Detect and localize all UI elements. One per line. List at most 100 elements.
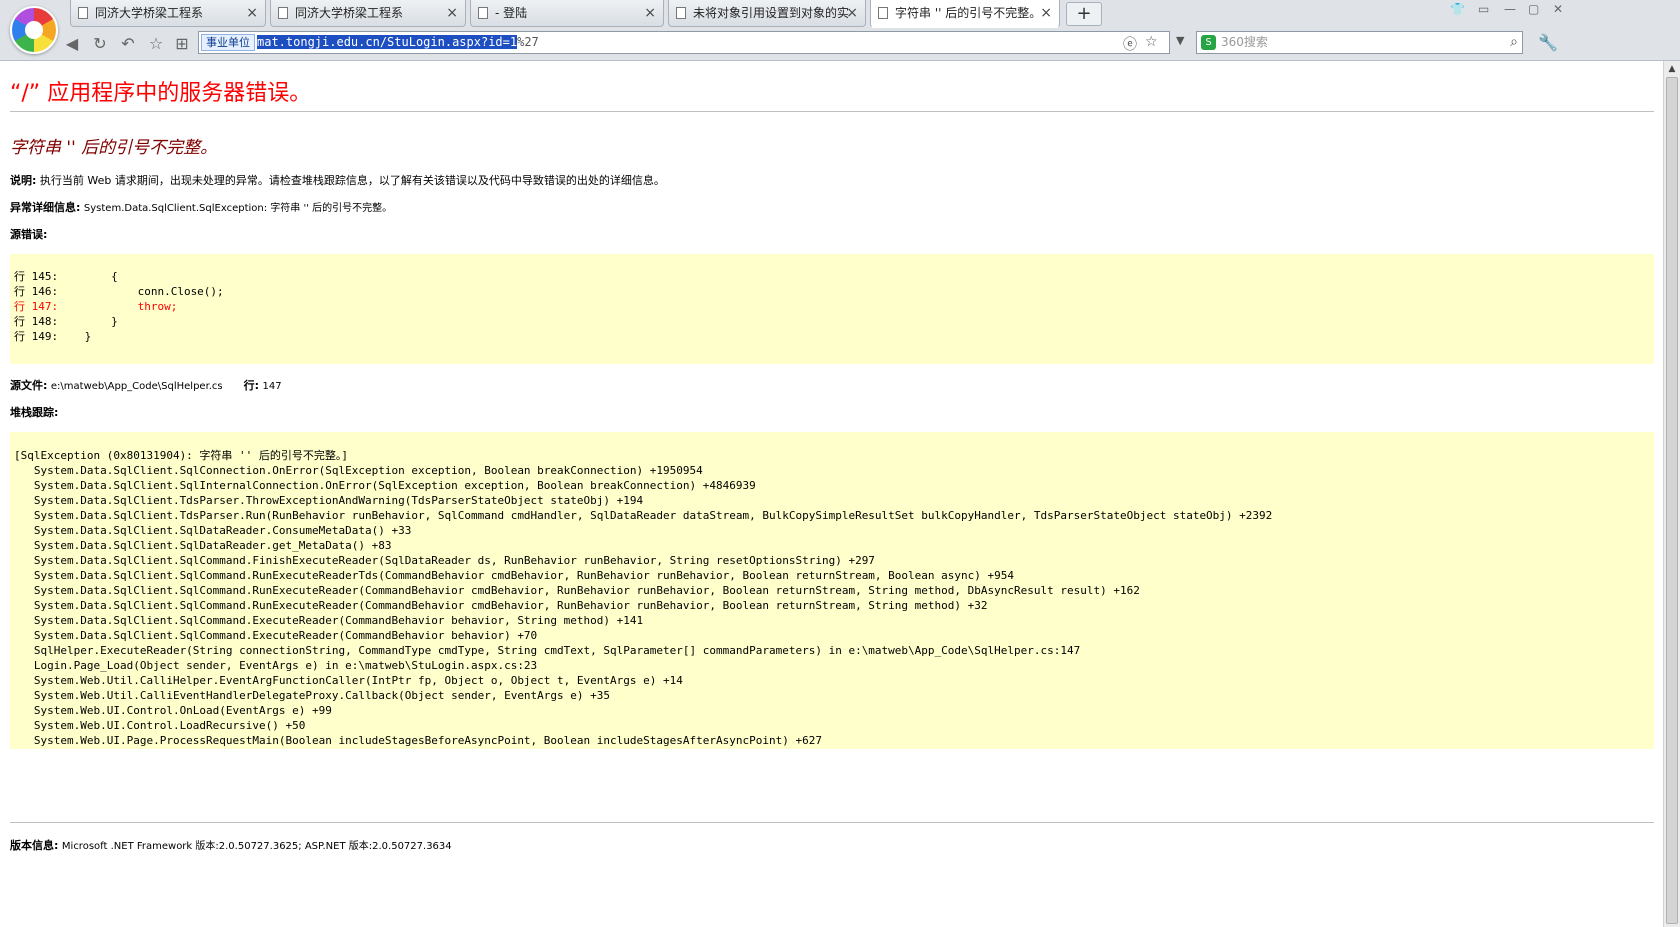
tab-1[interactable]: 同济大学桥梁工程系 × bbox=[70, 0, 266, 27]
stack-line: System.Data.SqlClient.SqlCommand.Execute… bbox=[14, 629, 538, 642]
line-label: 行: bbox=[243, 379, 260, 392]
code-line: 行 149: } bbox=[14, 330, 92, 343]
ie-mode-icon[interactable]: ⓔ bbox=[1123, 34, 1137, 54]
stack-line: [SqlException (0x80131904): 字符串 '' 后的引号不… bbox=[14, 449, 349, 462]
code-line: 行 145: { bbox=[14, 270, 118, 283]
code-line: 行 148: } bbox=[14, 315, 118, 328]
close-icon[interactable]: × bbox=[846, 0, 858, 26]
page-icon bbox=[278, 7, 288, 19]
page-icon bbox=[676, 7, 686, 19]
tab-title: 未将对象引用设置到对象的实 bbox=[693, 6, 850, 20]
window-restore-icon[interactable]: ▭ bbox=[1478, 2, 1489, 16]
source-file-label: 源文件: bbox=[10, 379, 48, 392]
stack-line: System.Data.SqlClient.SqlInternalConnect… bbox=[14, 479, 756, 492]
back-arrow-icon[interactable]: ◀ bbox=[60, 32, 84, 56]
version-label: 版本信息: bbox=[10, 839, 59, 852]
close-icon[interactable]: × bbox=[446, 0, 458, 26]
stack-line: System.Data.SqlClient.SqlCommand.RunExec… bbox=[14, 599, 988, 612]
skin-icon[interactable]: 👕 bbox=[1450, 2, 1465, 16]
stack-line: System.Web.UI.Control.OnLoad(EventArgs e… bbox=[14, 704, 332, 717]
tab-3[interactable]: - 登陆 × bbox=[470, 0, 664, 27]
bookmark-star-icon[interactable]: ☆ bbox=[1145, 34, 1158, 50]
stack-line: System.Data.SqlClient.TdsParser.ThrowExc… bbox=[14, 494, 644, 507]
refresh-icon[interactable]: ↻ bbox=[88, 32, 112, 56]
close-icon[interactable]: × bbox=[1040, 0, 1052, 26]
line-value: 147 bbox=[262, 381, 282, 392]
description-text: 执行当前 Web 请求期间，出现未处理的异常。请检查堆栈跟踪信息，以了解有关该错… bbox=[39, 174, 665, 187]
stack-trace-label: 堆栈跟踪: bbox=[10, 406, 59, 419]
scroll-up-arrow-icon[interactable]: ▲ bbox=[1666, 63, 1678, 75]
source-code-box: 行 145: { 行 146: conn.Close(); 行 147: thr… bbox=[10, 254, 1654, 364]
url-selected-text[interactable]: mat.tongji.edu.cn/StuLogin.aspx?id=1 bbox=[257, 35, 518, 49]
tab-active[interactable]: 字符串 '' 后的引号不完整。 × bbox=[870, 0, 1060, 28]
vertical-scrollbar[interactable]: ▲ bbox=[1663, 61, 1680, 927]
search-engine-logo-icon: S bbox=[1201, 35, 1216, 50]
divider bbox=[10, 822, 1654, 823]
close-window-icon[interactable]: ✕ bbox=[1553, 2, 1563, 16]
close-icon[interactable]: × bbox=[246, 0, 258, 26]
stack-line: System.Data.SqlClient.SqlDataReader.Cons… bbox=[14, 524, 412, 537]
tab-4[interactable]: 未将对象引用设置到对象的实 × bbox=[668, 0, 866, 27]
tab-title: 同济大学桥梁工程系 bbox=[295, 6, 404, 20]
error-heading: 字符串 '' 后的引号不完整。 bbox=[10, 138, 218, 158]
tab-title: 字符串 '' 后的引号不完整。 bbox=[895, 6, 1042, 20]
wrench-icon[interactable]: 🔧 bbox=[1538, 33, 1558, 52]
url-text[interactable]: mat.tongji.edu.cn/StuLogin.aspx?id=1%27 bbox=[257, 34, 539, 51]
stack-line: System.Data.SqlClient.SqlCommand.Execute… bbox=[14, 614, 644, 627]
source-file-value: e:\matweb\App_Code\SqlHelper.cs bbox=[50, 381, 223, 392]
source-file-line: 源文件: e:\matweb\App_Code\SqlHelper.cs 行: … bbox=[10, 377, 282, 393]
search-icon[interactable]: ⌕ bbox=[1510, 34, 1518, 50]
stack-trace-lines: [SqlException (0x80131904): 字符串 '' 后的引号不… bbox=[14, 448, 1650, 748]
stack-line: System.Web.UI.Control.LoadRecursive() +5… bbox=[14, 719, 306, 732]
page-title: “/” 应用程序中的服务器错误。 bbox=[10, 81, 312, 106]
page-icon bbox=[78, 7, 88, 19]
exception-text: System.Data.SqlClient.SqlException: 字符串 … bbox=[83, 203, 393, 214]
minimize-icon[interactable]: — bbox=[1504, 2, 1516, 16]
stack-line: System.Data.SqlClient.SqlDataReader.get_… bbox=[14, 539, 392, 552]
site-category-badge[interactable]: 事业单位 bbox=[201, 34, 255, 51]
code-line: 行 146: conn.Close(); bbox=[14, 285, 224, 298]
scroll-thumb[interactable] bbox=[1666, 77, 1678, 924]
url-suffix-text[interactable]: %27 bbox=[517, 35, 539, 49]
browser-logo-icon[interactable] bbox=[10, 6, 58, 54]
stack-line: System.Data.SqlClient.SqlConnection.OnEr… bbox=[14, 464, 703, 477]
stack-line: SqlHelper.ExecuteReader(String connectio… bbox=[14, 644, 1081, 657]
maximize-icon[interactable]: ▢ bbox=[1528, 2, 1539, 16]
source-code-lines: 行 145: { 行 146: conn.Close(); 行 147: thr… bbox=[14, 269, 1650, 344]
page-content: “/” 应用程序中的服务器错误。 字符串 '' 后的引号不完整。 说明: 执行当… bbox=[0, 61, 1663, 927]
tab-title: - 登陆 bbox=[495, 6, 528, 20]
description-line: 说明: 执行当前 Web 请求期间，出现未处理的异常。请检查堆栈跟踪信息，以了解… bbox=[10, 172, 665, 188]
stack-line: Login.Page_Load(Object sender, EventArgs… bbox=[14, 659, 538, 672]
grid-icon[interactable]: ⊞ bbox=[170, 32, 194, 56]
source-error-line: 源错误: bbox=[10, 226, 47, 242]
stack-line: System.Data.SqlClient.SqlCommand.FinishE… bbox=[14, 554, 875, 567]
page-icon bbox=[478, 7, 488, 19]
search-input[interactable]: 360搜索 bbox=[1221, 34, 1268, 51]
stack-line: System.Web.UI.Page.ProcessRequestMain(Bo… bbox=[14, 734, 822, 747]
divider bbox=[10, 111, 1654, 112]
exception-line: 异常详细信息: System.Data.SqlClient.SqlExcepti… bbox=[10, 199, 392, 215]
stack-trace-line: 堆栈跟踪: bbox=[10, 404, 58, 420]
undo-icon[interactable]: ↶ bbox=[116, 32, 140, 56]
chevron-down-icon[interactable]: ▼ bbox=[1176, 34, 1184, 47]
address-bar[interactable]: 事业单位 mat.tongji.edu.cn/StuLogin.aspx?id=… bbox=[198, 31, 1170, 54]
error-code-line: 行 147: throw; bbox=[14, 300, 178, 313]
stack-line: System.Data.SqlClient.SqlCommand.RunExec… bbox=[14, 584, 1140, 597]
version-text: Microsoft .NET Framework 版本:2.0.50727.36… bbox=[61, 841, 452, 852]
tab-title: 同济大学桥梁工程系 bbox=[95, 6, 204, 20]
page-icon bbox=[878, 7, 888, 19]
new-tab-button[interactable]: + bbox=[1066, 2, 1102, 26]
favorite-star-icon[interactable]: ☆ bbox=[144, 32, 168, 56]
source-error-label: 源错误: bbox=[10, 228, 48, 241]
version-line: 版本信息: Microsoft .NET Framework 版本:2.0.50… bbox=[10, 837, 452, 853]
stack-line: System.Data.SqlClient.TdsParser.Run(RunB… bbox=[14, 509, 1273, 522]
description-label: 说明: bbox=[10, 174, 37, 187]
stack-line: System.Data.SqlClient.SqlCommand.RunExec… bbox=[14, 569, 1015, 582]
exception-label: 异常详细信息: bbox=[10, 201, 81, 214]
browser-chrome: 同济大学桥梁工程系 × 同济大学桥梁工程系 × - 登陆 × 未将对象引用设置到… bbox=[0, 0, 1680, 61]
tab-2[interactable]: 同济大学桥梁工程系 × bbox=[270, 0, 466, 27]
stack-trace-box: [SqlException (0x80131904): 字符串 '' 后的引号不… bbox=[10, 432, 1654, 749]
search-box[interactable]: S 360搜索 ⌕ bbox=[1196, 31, 1523, 54]
close-icon[interactable]: × bbox=[644, 0, 656, 26]
stack-line: System.Web.Util.CalliHelper.EventArgFunc… bbox=[14, 674, 683, 687]
